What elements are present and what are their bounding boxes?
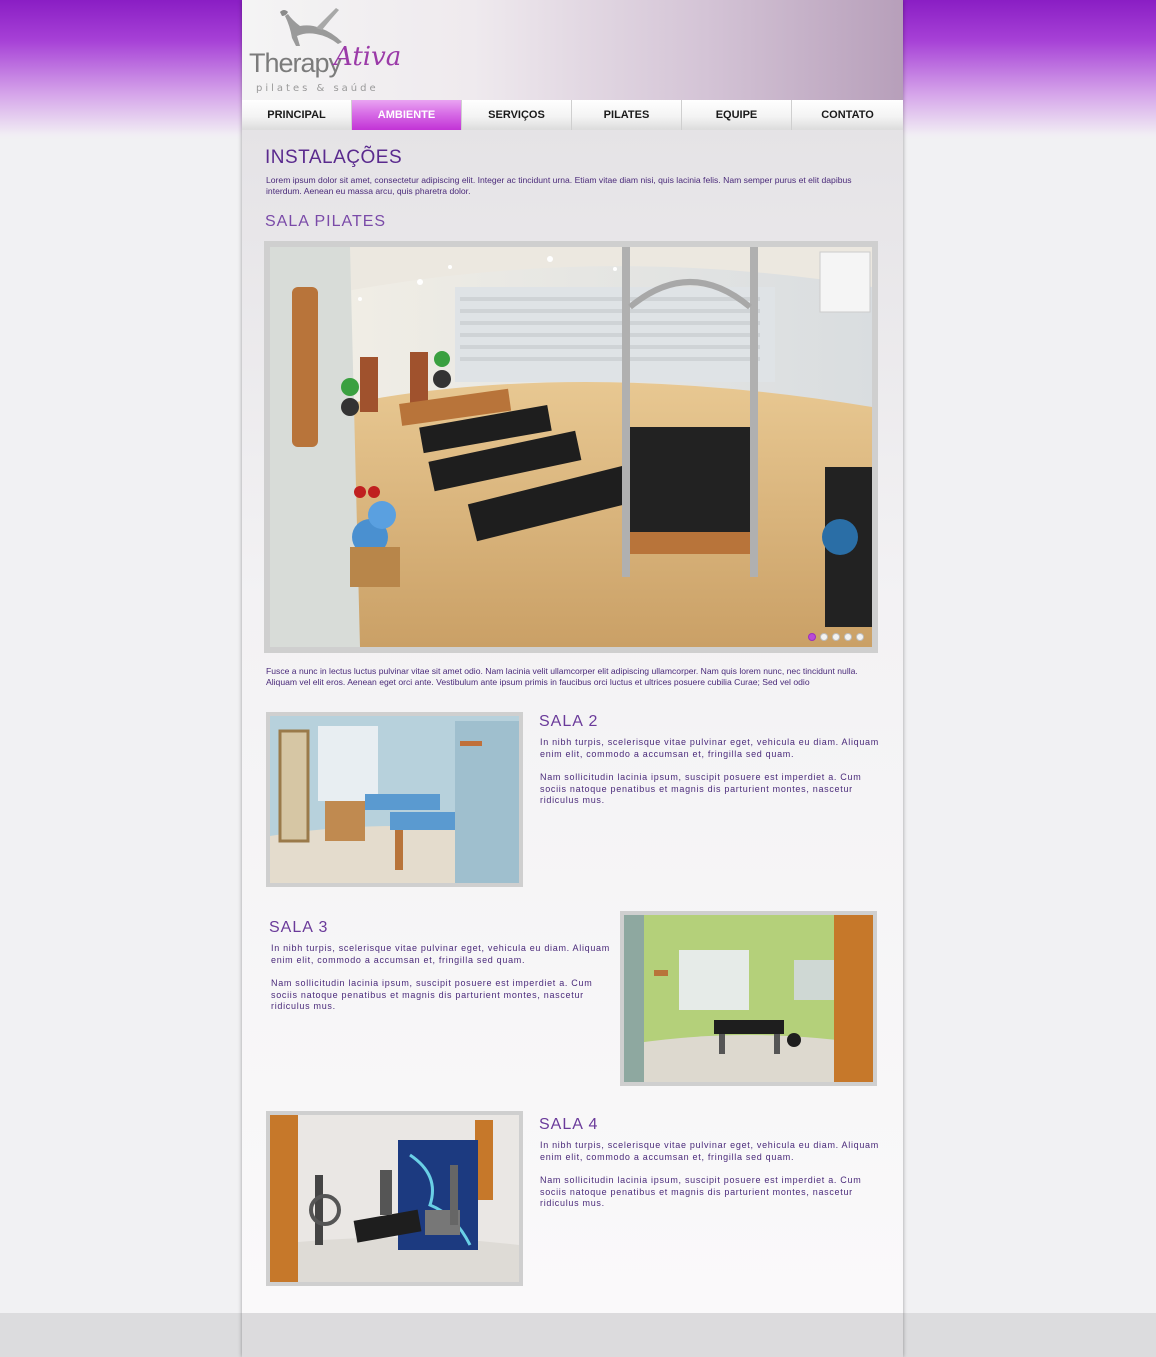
- slider-dot-1[interactable]: [808, 633, 816, 641]
- room-3-description: In nibh turpis, scelerisque vitae pulvin…: [271, 943, 611, 1025]
- slider-dot-4[interactable]: [844, 633, 852, 641]
- intro-text: Lorem ipsum dolor sit amet, consectetur …: [266, 175, 852, 196]
- photo-slider[interactable]: [264, 241, 878, 653]
- room-2-thumbnail[interactable]: [266, 712, 523, 887]
- logo-wordmark-ativa: Ativa: [334, 42, 402, 72]
- slider-dots: [808, 633, 864, 641]
- nav-item-pilates[interactable]: PILATES: [572, 100, 682, 130]
- nav-item-principal[interactable]: PRINCIPAL: [242, 100, 352, 130]
- room-2-paragraph-2: Nam sollicitudin lacinia ipsum, suscipit…: [540, 772, 862, 805]
- featured-caption: Fusce a nunc in lectus luctus pulvinar v…: [266, 666, 858, 687]
- room-4-paragraph-1: In nibh turpis, scelerisque vitae pulvin…: [540, 1140, 879, 1162]
- room-4-thumbnail[interactable]: [266, 1111, 523, 1286]
- nav-item-contato[interactable]: CONTATO: [792, 100, 903, 130]
- pilates-room-photo: [270, 247, 872, 647]
- room-3-thumbnail[interactable]: [620, 911, 877, 1086]
- room-3-paragraph-1: In nibh turpis, scelerisque vitae pulvin…: [271, 943, 610, 965]
- nav-item-equipe[interactable]: EQUIPE: [682, 100, 792, 130]
- slider-dot-2[interactable]: [820, 633, 828, 641]
- room-4-title: SALA 4: [539, 1116, 599, 1133]
- nav-item-ambiente[interactable]: AMBIENTE: [352, 100, 462, 130]
- page-footer: [242, 1313, 903, 1357]
- page-container: Therapy Ativa pilates & saúde PRINCIPAL …: [242, 0, 903, 1357]
- room-2-title: SALA 2: [539, 713, 599, 730]
- room-3-photo: [624, 915, 873, 1082]
- room-2-description: In nibh turpis, scelerisque vitae pulvin…: [540, 737, 880, 819]
- room-2-photo: [270, 716, 519, 883]
- room-4-paragraph-2: Nam sollicitudin lacinia ipsum, suscipit…: [540, 1175, 862, 1208]
- room-4-photo: [270, 1115, 519, 1282]
- logo-tagline: pilates & saúde: [256, 83, 379, 94]
- room-3-title: SALA 3: [269, 919, 329, 936]
- page-title: INSTALAÇÕES: [265, 147, 403, 168]
- room-2-paragraph-1: In nibh turpis, scelerisque vitae pulvin…: [540, 737, 879, 759]
- main-nav: PRINCIPAL AMBIENTE SERVIÇOS PILATES EQUI…: [242, 100, 903, 130]
- room-3-paragraph-2: Nam sollicitudin lacinia ipsum, suscipit…: [271, 978, 593, 1011]
- slider-dot-3[interactable]: [832, 633, 840, 641]
- site-header: Therapy Ativa pilates & saúde: [242, 0, 903, 100]
- room-4-description: In nibh turpis, scelerisque vitae pulvin…: [540, 1140, 880, 1222]
- logo-wordmark-therapy: Therapy: [249, 48, 342, 78]
- site-logo[interactable]: Therapy Ativa pilates & saúde: [248, 4, 408, 96]
- slider-dot-5[interactable]: [856, 633, 864, 641]
- featured-room-title: SALA PILATES: [265, 213, 387, 230]
- nav-item-servicos[interactable]: SERVIÇOS: [462, 100, 572, 130]
